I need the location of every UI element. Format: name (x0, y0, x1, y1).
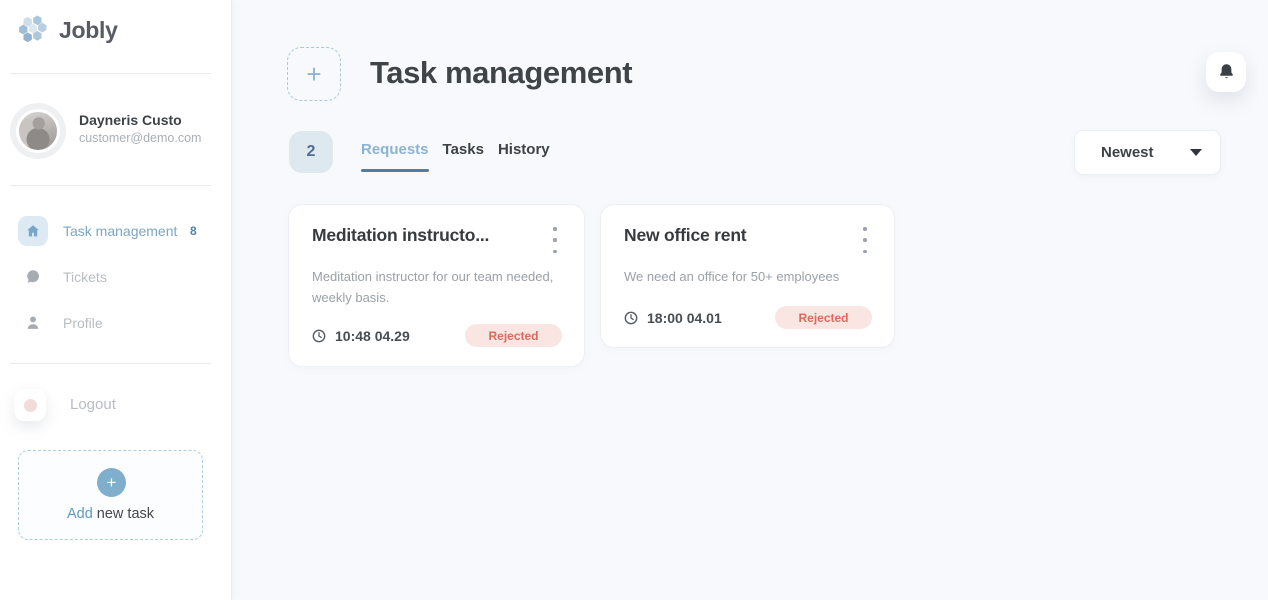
logo-text: Jobly (59, 17, 118, 43)
tab-tasks[interactable]: Tasks (443, 141, 484, 172)
sidebar-item-profile[interactable]: Profile (0, 308, 232, 338)
user-email: customer@demo.com (79, 131, 202, 145)
tab-bar: Requests Tasks History (361, 141, 550, 172)
clock-icon (624, 311, 638, 325)
sidebar-item-tickets[interactable]: Tickets (0, 262, 232, 292)
plus-icon: + (306, 59, 322, 89)
card-time: 10:48 04.29 (335, 327, 410, 344)
divider (10, 73, 211, 74)
sidebar: Jobly Dayneris Custo customer@demo.com T… (0, 0, 232, 600)
page-title: Task management (370, 55, 633, 90)
tab-requests[interactable]: Requests (361, 141, 429, 172)
task-card[interactable]: New office rent We need an office for 50… (600, 204, 895, 348)
add-new-task-button[interactable]: + Add new task (18, 450, 203, 540)
person-icon (22, 312, 44, 334)
home-icon (18, 216, 48, 246)
divider (10, 363, 211, 364)
notifications-button[interactable] (1206, 52, 1246, 92)
requests-count-badge: 2 (289, 131, 333, 173)
sidebar-item-label: Task management (63, 223, 178, 239)
avatar (10, 103, 66, 159)
card-menu-button[interactable] (546, 227, 564, 253)
plus-icon: + (97, 468, 126, 497)
status-badge: Rejected (465, 324, 562, 347)
card-time: 18:00 04.01 (647, 309, 722, 326)
sidebar-item-label: Profile (63, 315, 103, 331)
bell-icon (1219, 64, 1233, 79)
card-title: Meditation instructo... (312, 225, 490, 245)
card-description: Meditation instructor for our team neede… (312, 269, 554, 305)
power-icon (14, 389, 46, 421)
chat-icon (22, 266, 44, 288)
card-title: New office rent (624, 225, 747, 245)
card-menu-button[interactable] (856, 227, 874, 253)
add-new-task-label: Add new task (66, 506, 155, 522)
avatar-photo (16, 109, 60, 153)
card-meta: 10:48 04.29 Rejected (312, 324, 562, 347)
card-meta: 18:00 04.01 Rejected (624, 306, 872, 329)
sort-selected-value: Newest (1101, 144, 1154, 161)
sidebar-item-task-management[interactable]: Task management 8 (0, 216, 232, 246)
chevron-down-icon (1190, 149, 1202, 156)
clock-icon (312, 329, 326, 343)
logo: Jobly (17, 14, 118, 47)
task-card[interactable]: Meditation instructo... Meditation instr… (288, 204, 585, 367)
jobly-logo-icon (19, 15, 47, 43)
app-window: Jobly Dayneris Custo customer@demo.com T… (0, 0, 1268, 600)
logout-label: Logout (70, 396, 116, 413)
sidebar-item-label: Tickets (63, 269, 107, 285)
card-description: We need an office for 50+ employees (624, 269, 840, 284)
status-badge: Rejected (775, 306, 872, 329)
user-name: Dayneris Custo (79, 112, 182, 128)
task-count-badge: 8 (190, 224, 197, 238)
tab-history[interactable]: History (498, 141, 550, 172)
header-add-task-button[interactable]: + (287, 47, 341, 101)
sort-dropdown[interactable]: Newest (1074, 130, 1221, 175)
logout-button[interactable]: Logout (0, 389, 232, 421)
divider (10, 185, 211, 186)
